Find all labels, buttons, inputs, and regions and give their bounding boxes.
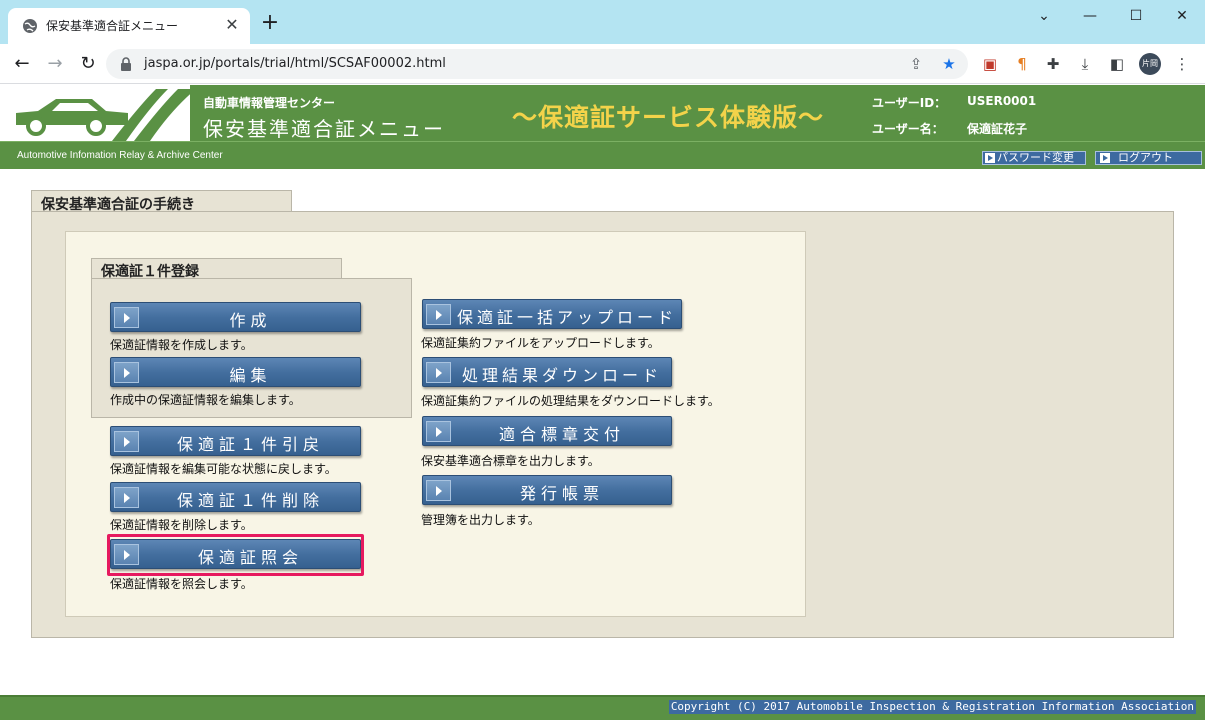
play-icon	[1100, 153, 1110, 163]
revert-button[interactable]: 保適証１件引戻	[110, 426, 361, 456]
tab-title: 保安基準適合証メニュー	[46, 19, 179, 33]
ledger-issue-button-label: 発行帳票	[519, 484, 604, 503]
reload-icon[interactable]: ↻	[76, 52, 100, 76]
password-change-button[interactable]: パスワード変更	[982, 151, 1086, 165]
result-download-button-label: 処理結果ダウンロード	[461, 366, 662, 385]
forward-arrow-icon[interactable]: →	[43, 52, 67, 76]
result-download-description: 保適証集約ファイルの処理結果をダウンロードします。	[421, 394, 720, 408]
bookmark-star-icon[interactable]: ★	[939, 54, 959, 74]
user-id-label: ユーザーID：	[872, 96, 947, 110]
edit-description: 作成中の保適証情報を編集します。	[110, 393, 301, 407]
browser-toolbar: ← → ↻ jaspa.or.jp/portals/trial/html/SCS…	[0, 44, 1205, 84]
play-icon	[114, 487, 139, 508]
user-name-label: ユーザー名：	[872, 122, 944, 136]
sticker-issue-description: 保安基準適合標章を出力します。	[421, 454, 600, 468]
edit-button-label: 編集	[229, 366, 272, 385]
create-button[interactable]: 作成	[110, 302, 361, 332]
inquiry-highlight	[107, 534, 364, 576]
url-text[interactable]: jaspa.or.jp/portals/trial/html/SCSAF0000…	[144, 56, 446, 71]
globe-icon	[23, 19, 37, 33]
delete-button-label: 保適証１件削除	[176, 491, 324, 510]
address-bar[interactable]: jaspa.or.jp/portals/trial/html/SCSAF0000…	[106, 49, 968, 79]
download-icon[interactable]: ⤓	[1075, 54, 1095, 74]
ledger-issue-description: 管理簿を出力します。	[421, 513, 540, 527]
play-icon	[426, 304, 451, 325]
delete-description: 保適証情報を削除します。	[110, 518, 253, 532]
revert-button-label: 保適証１件引戻	[176, 435, 324, 454]
revert-description: 保適証情報を編集可能な状態に戻します。	[110, 462, 337, 476]
pilcrow-extension-icon[interactable]: ¶	[1012, 54, 1032, 74]
tab-search-chevron-icon[interactable]: ⌄	[1021, 6, 1067, 26]
play-icon	[114, 307, 139, 328]
new-tab-button[interactable]: +	[260, 12, 280, 34]
header-subbar: Automotive Infomation Relay & Archive Ce…	[0, 141, 1205, 169]
org-name-english: Automotive Infomation Relay & Archive Ce…	[17, 150, 223, 161]
trial-title: ～保適証サービス体験版～	[512, 103, 825, 132]
single-registration-tab: 保適証１件登録	[91, 258, 342, 280]
share-icon[interactable]: ⇪	[906, 54, 926, 74]
create-button-label: 作成	[229, 311, 272, 330]
create-description: 保適証情報を作成します。	[110, 338, 253, 352]
bulk-upload-description: 保適証集約ファイルをアップロードします。	[421, 336, 660, 350]
play-icon	[114, 431, 139, 452]
org-name: 自動車情報管理センター	[203, 96, 336, 110]
minimize-button[interactable]: —	[1067, 6, 1113, 26]
lock-icon	[121, 57, 131, 71]
inquiry-description: 保適証情報を照会します。	[110, 577, 253, 591]
car-logo-icon	[16, 89, 196, 141]
user-id-value: USER0001	[967, 94, 1037, 108]
close-window-button[interactable]: ✕	[1159, 6, 1205, 26]
site-footer: Copyright (C) 2017 Automobile Inspection…	[0, 695, 1205, 720]
user-name-value: 保適証花子	[967, 122, 1028, 136]
tab-close-icon[interactable]: ✕	[222, 15, 242, 35]
delete-button[interactable]: 保適証１件削除	[110, 482, 361, 512]
site-header: 自動車情報管理センター 保安基準適合証メニュー ～保適証サービス体験版～ ユーザ…	[0, 85, 1205, 141]
system-name: 保安基準適合証メニュー	[203, 117, 445, 141]
play-icon	[426, 421, 451, 442]
logout-label: ログアウト	[1118, 151, 1173, 164]
browser-tab-strip: 保安基準適合証メニュー ✕ + ⌄ — ☐ ✕	[0, 0, 1205, 44]
ledger-issue-button[interactable]: 発行帳票	[422, 475, 672, 505]
extensions-puzzle-icon[interactable]: ✚	[1043, 54, 1063, 74]
play-icon	[985, 153, 995, 163]
bulk-upload-button-label: 保適証一括アップロード	[456, 308, 677, 327]
menu-kebab-icon[interactable]: ⋮	[1172, 54, 1192, 74]
play-icon	[114, 362, 139, 383]
result-download-button[interactable]: 処理結果ダウンロード	[422, 357, 672, 387]
copyright-text: Copyright (C) 2017 Automobile Inspection…	[668, 700, 1196, 714]
maximize-button[interactable]: ☐	[1113, 6, 1159, 26]
play-icon	[426, 362, 451, 383]
browser-tab[interactable]: 保安基準適合証メニュー ✕	[8, 8, 250, 44]
sticker-issue-button[interactable]: 適合標章交付	[422, 416, 672, 446]
password-change-label: パスワード変更	[997, 151, 1074, 164]
back-arrow-icon[interactable]: ←	[10, 52, 34, 76]
play-icon	[426, 480, 451, 501]
pdf-extension-icon[interactable]: ▣	[980, 54, 1000, 74]
bulk-upload-button[interactable]: 保適証一括アップロード	[422, 299, 682, 329]
section-tab: 保安基準適合証の手続き	[31, 190, 292, 213]
logout-button[interactable]: ログアウト	[1095, 151, 1202, 165]
sticker-issue-button-label: 適合標章交付	[498, 425, 625, 444]
profile-avatar[interactable]: 片岡	[1139, 53, 1161, 75]
side-panel-icon[interactable]: ◧	[1107, 54, 1127, 74]
edit-button[interactable]: 編集	[110, 357, 361, 387]
